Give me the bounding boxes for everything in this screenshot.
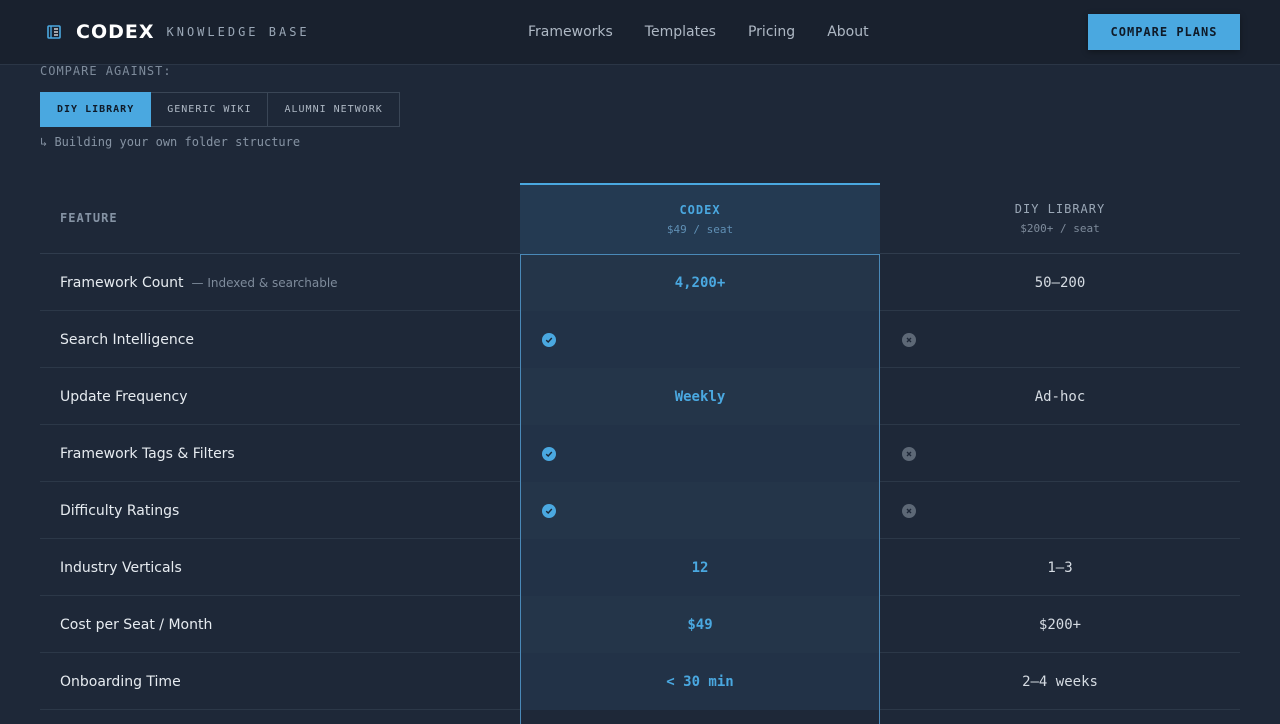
diy-header-price: $200+ / seat — [1020, 221, 1100, 235]
diy-value — [880, 482, 1240, 539]
book-icon — [47, 25, 61, 39]
feature-label: Search Intelligence — [60, 331, 195, 348]
diy-value: Ad-hoc — [1034, 388, 1086, 405]
compare-hint: ↳ Building your own folder structure — [40, 135, 301, 149]
diy-value: $200+ — [1038, 616, 1082, 633]
codex-value — [520, 311, 880, 368]
feature-label: Framework Count — [60, 274, 184, 291]
diy-value: 50–200 — [1034, 274, 1086, 291]
feature-label: Update Frequency — [60, 388, 188, 405]
nav-templates[interactable]: Templates — [645, 24, 716, 40]
brand[interactable]: CODEX KNOWLEDGE BASE — [46, 0, 310, 64]
feature-label: Difficulty Ratings — [60, 502, 180, 519]
check-icon — [542, 503, 556, 518]
feature-cell: Difficulty Ratings — [60, 482, 179, 539]
table-row: Industry Verticals 12 1–3 — [40, 539, 1240, 596]
diy-value — [880, 425, 1240, 482]
cross-icon — [902, 332, 916, 347]
option-alumni-network[interactable]: ALUMNI NETWORK — [268, 92, 400, 127]
feature-cell: Industry Verticals — [60, 539, 182, 596]
codex-value: 12 — [520, 539, 880, 596]
check-icon — [542, 446, 556, 461]
table-row: Update Frequency Weekly Ad-hoc — [40, 368, 1240, 425]
feature-label: Cost per Seat / Month — [60, 616, 213, 633]
table-row: Onboarding Time < 30 min 2–4 weeks — [40, 653, 1240, 710]
nav-pricing[interactable]: Pricing — [748, 24, 795, 40]
compare-plans-button[interactable]: COMPARE PLANS — [1088, 14, 1240, 50]
feature-cell: Update Frequency — [60, 368, 187, 425]
nav-about[interactable]: About — [827, 24, 868, 40]
codex-value: $49 — [520, 596, 880, 653]
codex-header-title: CODEX — [679, 203, 721, 217]
diy-header-title: DIY LIBRARY — [1014, 201, 1106, 216]
feature-cell: Search Intelligence — [60, 311, 194, 368]
codex-value — [520, 425, 880, 482]
diy-value: 2–4 weeks — [1022, 673, 1098, 690]
diy-value — [880, 311, 1240, 368]
compare-segmented-control: DIY LIBRARY GENERIC WIKI ALUMNI NETWORK — [40, 92, 400, 127]
comparison-table: FEATURE CODEX $49 / seat DIY LIBRARY $20… — [40, 183, 1240, 724]
check-icon — [542, 332, 556, 347]
cross-icon — [902, 503, 916, 518]
feature-cell: Framework Count — Indexed & searchable — [60, 254, 338, 311]
codex-value — [520, 482, 880, 539]
diy-value: 1–3 — [1047, 559, 1073, 576]
feature-cell: Onboarding Time — [60, 653, 181, 710]
diy-column-header: DIY LIBRARY $200+ / seat — [880, 183, 1240, 253]
table-row: Framework Count — Indexed & searchable 4… — [40, 254, 1240, 311]
option-generic-wiki[interactable]: GENERIC WIKI — [151, 92, 269, 127]
feature-label: Framework Tags & Filters — [60, 445, 235, 462]
table-body: Framework Count — Indexed & searchable 4… — [40, 254, 1240, 710]
feature-cell: Framework Tags & Filters — [60, 425, 235, 482]
table-row: Framework Tags & Filters — [40, 425, 1240, 482]
codex-header-price: $49 / seat — [666, 223, 734, 236]
option-diy-library[interactable]: DIY LIBRARY — [40, 92, 152, 127]
nav-frameworks[interactable]: Frameworks — [528, 24, 613, 40]
cross-icon — [902, 446, 916, 461]
feature-cell: Cost per Seat / Month — [60, 596, 212, 653]
feature-label: Onboarding Time — [60, 673, 181, 690]
codex-value: Weekly — [520, 368, 880, 425]
feature-label: Industry Verticals — [60, 559, 182, 576]
table-header-row: FEATURE CODEX $49 / seat DIY LIBRARY $20… — [40, 183, 1240, 254]
compare-against-label: COMPARE AGAINST: — [40, 64, 172, 78]
table-row: Difficulty Ratings — [40, 482, 1240, 539]
table-row: Cost per Seat / Month $49 $200+ — [40, 596, 1240, 653]
feature-column-header: FEATURE — [60, 211, 118, 225]
table-row: Search Intelligence — [40, 311, 1240, 368]
brand-subtitle: KNOWLEDGE BASE — [166, 25, 310, 39]
codex-value: < 30 min — [520, 653, 880, 710]
brand-name: CODEX — [76, 21, 155, 43]
main-nav: Frameworks Templates Pricing About — [528, 0, 901, 64]
top-bar: CODEX KNOWLEDGE BASE Frameworks Template… — [0, 0, 1280, 65]
feature-note: — Indexed & searchable — [191, 275, 338, 290]
codex-column-header: CODEX $49 / seat — [520, 183, 880, 254]
codex-value: 4,200+ — [520, 254, 880, 311]
